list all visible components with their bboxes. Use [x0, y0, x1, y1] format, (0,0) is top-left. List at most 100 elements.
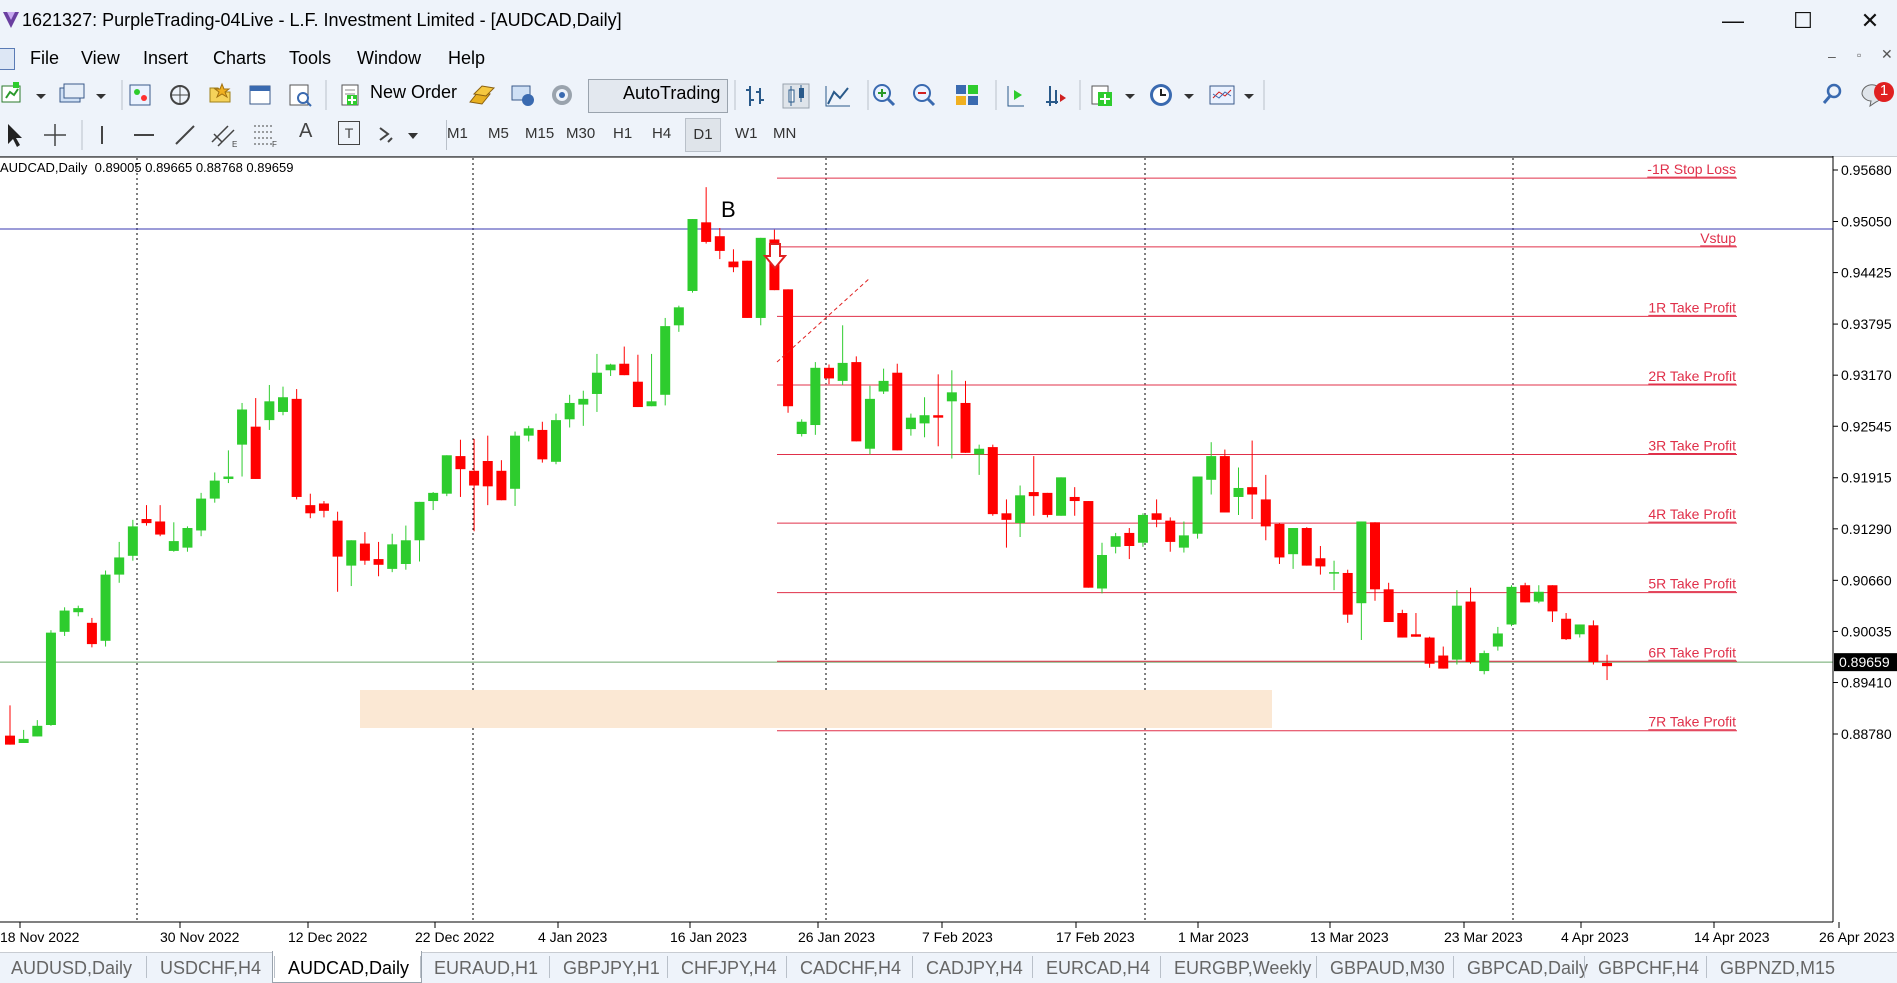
mdi-close-button[interactable]: ✕ [1881, 46, 1893, 63]
bullish-candle [1015, 495, 1026, 524]
menu-tools[interactable]: Tools [289, 48, 331, 69]
autoscroll-icon [1046, 86, 1066, 106]
chart-tab-usdchf-h4[interactable]: USDCHF,H4 [160, 958, 261, 979]
tab-separator [420, 956, 421, 978]
bullish-candle [864, 398, 875, 449]
chart-tab-cadjpy-h4[interactable]: CADJPY,H4 [926, 958, 1023, 979]
market-watch-icon [129, 84, 151, 106]
chart-tab-gbpjpy-h1[interactable]: GBPJPY,H1 [563, 958, 660, 979]
bearish-candle [701, 222, 712, 242]
bearish-candle [141, 519, 152, 524]
date-tick-label: 12 Dec 2022 [288, 929, 368, 945]
timeframe-m5[interactable]: M5 [488, 125, 509, 142]
bearish-candle [1028, 492, 1039, 497]
svg-text:E: E [232, 140, 237, 149]
mdi-restore-button[interactable]: ▫ [1857, 48, 1861, 62]
bearish-candle [482, 460, 493, 487]
text-tool[interactable]: A [299, 120, 312, 143]
timeframe-mn[interactable]: MN [773, 125, 796, 142]
bearish-candle [1410, 634, 1421, 637]
bearish-candle [250, 426, 261, 479]
autotrading-button[interactable]: AutoTrading [623, 83, 720, 104]
bearish-candle [1561, 618, 1572, 640]
bearish-candle [783, 289, 794, 407]
chart-tab-audcad-daily[interactable]: AUDCAD,Daily [288, 958, 409, 979]
date-tick-label: 4 Apr 2023 [1561, 929, 1629, 945]
bearish-candle [318, 503, 329, 511]
date-tick-label: 22 Dec 2022 [415, 929, 495, 945]
chart-tab-eurcad-h4[interactable]: EURCAD,H4 [1046, 958, 1150, 979]
gold-bars-icon [469, 85, 496, 105]
menu-charts[interactable]: Charts [213, 48, 266, 69]
bearish-candle [455, 456, 466, 470]
chart-tab-gbpaud-m30[interactable]: GBPAUD,M30 [1330, 958, 1445, 979]
close-button[interactable]: ✕ [1843, 0, 1897, 42]
date-tick-label: 1 Mar 2023 [1178, 929, 1249, 945]
new-chart-button[interactable] [28, 80, 48, 110]
chart-tab-audusd-daily[interactable]: AUDUSD,Daily [11, 958, 132, 979]
minimize-button[interactable]: — [1703, 0, 1763, 42]
bearish-candle [1602, 662, 1613, 667]
bearish-candle [1219, 456, 1230, 513]
bearish-candle [305, 505, 316, 514]
zoom-out-icon [913, 84, 936, 107]
chart-tab-chfjpy-h4[interactable]: CHFJPY,H4 [681, 958, 777, 979]
bullish-candle [687, 219, 698, 291]
search-icon[interactable] [1822, 82, 1844, 106]
new-order-button[interactable]: New Order [370, 82, 457, 103]
chart-tab-gbpcad-daily[interactable]: GBPCAD,Daily [1467, 958, 1588, 979]
bearish-candle [332, 520, 343, 557]
bullish-candle [441, 455, 452, 494]
mdi-minimize-button[interactable]: – [1828, 48, 1836, 64]
menu-window[interactable]: Window [357, 48, 421, 69]
timeframe-m15[interactable]: M15 [525, 125, 554, 142]
bearish-candle [892, 372, 903, 451]
cursor-icon [8, 124, 22, 147]
timeframe-h4[interactable]: H4 [652, 125, 671, 142]
chart-tab-eurgbp-weekly[interactable]: EURGBP,Weekly [1174, 958, 1311, 979]
bearish-candle [1520, 585, 1531, 603]
maximize-button[interactable]: ☐ [1773, 0, 1833, 42]
bullish-candle [18, 738, 29, 743]
bullish-candle [905, 417, 916, 430]
chart-info-line: AUDCAD,Daily 0.89005 0.89665 0.88768 0.8… [0, 160, 294, 175]
chart-tab-cadchf-h4[interactable]: CADCHF,H4 [800, 958, 901, 979]
bullish-candle [946, 392, 957, 402]
bullish-candle [551, 420, 561, 462]
bearish-candle [1588, 625, 1599, 663]
timeframe-m30[interactable]: M30 [566, 125, 595, 142]
text-label-tool[interactable]: T [338, 121, 360, 145]
bullish-candle [510, 435, 521, 489]
price-chart[interactable]: -1R Stop Loss Vstup 1R Take Profit 2R Take … [0, 156, 1897, 952]
new-order-icon [341, 84, 359, 106]
date-tick-label: 16 Jan 2023 [670, 929, 747, 945]
timeframe-w1[interactable]: W1 [735, 125, 758, 142]
bearish-candle [86, 622, 97, 645]
bearish-candle [1465, 601, 1476, 663]
bullish-candle [127, 526, 138, 556]
bullish-candle [237, 409, 248, 445]
date-tick-label: 13 Mar 2023 [1310, 929, 1389, 945]
level-label: 4R Take Profit [1648, 506, 1736, 522]
bullish-candle [660, 326, 671, 395]
price-tick-label: 0.92545 [1841, 418, 1892, 434]
chart-tab-gbpchf-h4[interactable]: GBPCHF,H4 [1598, 958, 1699, 979]
timeframe-d1[interactable]: D1 [685, 118, 721, 152]
bullish-candle [646, 401, 657, 407]
chart-tab-euraud-h1[interactable]: EURAUD,H1 [434, 958, 538, 979]
bullish-candle [1288, 528, 1299, 555]
menu-help[interactable]: Help [448, 48, 485, 69]
timeframe-m1[interactable]: M1 [447, 125, 468, 142]
menu-file[interactable]: File [30, 48, 59, 69]
menu-view[interactable]: View [81, 48, 120, 69]
periods-clock-icon [1150, 84, 1172, 106]
svg-text:F: F [272, 140, 277, 149]
bearish-candle [155, 521, 166, 535]
bearish-candle [960, 402, 971, 453]
menu-insert[interactable]: Insert [143, 48, 188, 69]
timeframe-h1[interactable]: H1 [613, 125, 632, 142]
level-label: Vstup [1700, 230, 1736, 246]
bullish-candle [1137, 514, 1148, 543]
chart-tab-gbpnzd-m15[interactable]: GBPNZD,M15 [1720, 958, 1835, 979]
bullish-candle [414, 501, 425, 541]
